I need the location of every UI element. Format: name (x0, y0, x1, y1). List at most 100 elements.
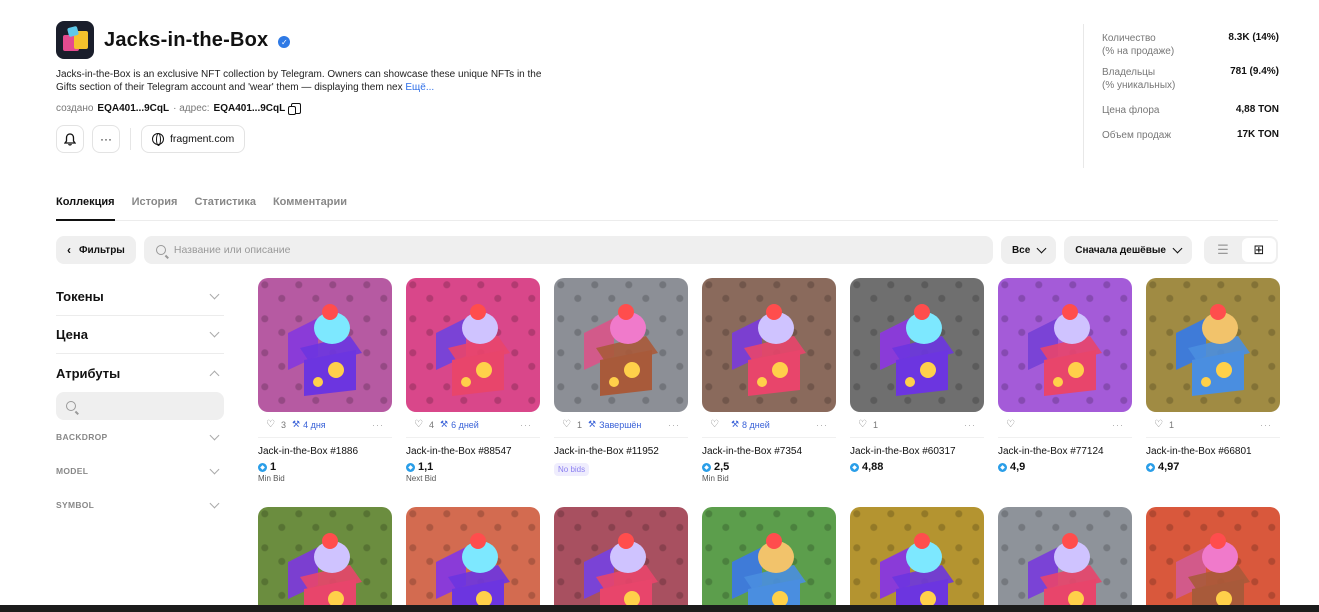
tab-statistics[interactable]: Статистика (194, 191, 256, 220)
nft-meta-row: ♡ 3 ⚒ 4 дня ··· (258, 412, 392, 438)
heart-icon[interactable]: ♡ (266, 419, 275, 430)
heart-icon[interactable]: ♡ (858, 419, 867, 430)
tab-comments[interactable]: Комментарии (273, 191, 347, 220)
nft-image[interactable] (406, 507, 540, 607)
sort-dropdown[interactable]: Сначала дешёвые (1064, 236, 1192, 264)
chevron-down-icon (209, 498, 220, 508)
collection-title: Jacks-in-the-Box (104, 28, 269, 51)
nft-image[interactable] (702, 507, 836, 607)
nft-card[interactable] (850, 507, 984, 607)
search-bar[interactable] (143, 236, 993, 264)
stat-supply: Количество (% на продаже) 8.3K (14%) (1102, 32, 1279, 57)
nft-image[interactable] (850, 278, 984, 412)
contract-address[interactable]: EQA401...9CqL (214, 103, 286, 114)
nft-card[interactable]: ♡ 1 ··· Jack-in-the-Box #60317 ◆ 4,88 (850, 278, 984, 483)
filter-section-price[interactable]: Цена (56, 316, 224, 354)
tab-history[interactable]: История (132, 191, 178, 220)
nft-card[interactable] (1146, 507, 1280, 607)
nft-card[interactable]: ♡ 3 ⚒ 4 дня ··· Jack-in-the-Box #1886 ◆ 1 Min Bi… (258, 278, 392, 483)
card-menu-icon[interactable]: ··· (964, 420, 976, 430)
card-menu-icon[interactable]: ··· (520, 420, 532, 430)
grid-icon: ⊞ (1253, 242, 1265, 257)
heart-icon[interactable]: ♡ (1154, 419, 1163, 430)
nft-card[interactable]: ♡ ··· Jack-in-the-Box #77124 ◆ 4,9 (998, 278, 1132, 483)
card-menu-icon[interactable]: ··· (372, 420, 384, 430)
filters-sidebar: Токены Цена Атрибуты BACKDROP MODEL SYMB… (56, 278, 224, 522)
like-count: 1 (872, 419, 878, 430)
nft-card[interactable]: ♡ 1 ··· Jack-in-the-Box #66801 ◆ 4,97 (1146, 278, 1280, 483)
nft-card[interactable]: ♡ 4 ⚒ 6 дней ··· Jack-in-the-Box #88547 ◆ 1,1 Ne… (406, 278, 540, 483)
search-icon (155, 245, 166, 255)
nft-card[interactable] (702, 507, 836, 607)
nft-card[interactable]: ♡ 1 ⚒ Завершён ··· Jack-in-the-Box #11952 No b… (554, 278, 688, 483)
like-count: 1 (576, 419, 582, 430)
heart-icon[interactable]: ♡ (562, 419, 571, 430)
chevron-down-icon (1172, 243, 1183, 253)
notifications-button[interactable] (56, 125, 84, 153)
nft-name[interactable]: Jack-in-the-Box #88547 (406, 446, 540, 457)
nft-meta-row: ♡ 1 ⚒ Завершён ··· (554, 412, 688, 438)
verified-icon: ✓ (278, 36, 291, 48)
heart-icon[interactable]: ♡ (1006, 419, 1015, 430)
more-options-button[interactable]: ··· (92, 125, 120, 153)
search-input[interactable] (173, 244, 981, 256)
nft-image[interactable] (702, 278, 836, 412)
nft-name[interactable]: Jack-in-the-Box #60317 (850, 446, 984, 457)
nft-card[interactable] (406, 507, 540, 607)
stat-owners: Владельцы (% уникальных) 781 (9.4%) (1102, 66, 1279, 91)
filter-section-tokens[interactable]: Токены (56, 278, 224, 316)
card-menu-icon[interactable]: ··· (816, 420, 828, 430)
stat-volume: Объем продаж 17K TON (1102, 129, 1279, 141)
card-menu-icon[interactable]: ··· (1112, 420, 1124, 430)
nft-image[interactable] (554, 507, 688, 607)
nft-card[interactable] (554, 507, 688, 607)
nft-image[interactable] (1146, 278, 1280, 412)
heart-icon[interactable]: ♡ (710, 419, 719, 430)
nft-name[interactable]: Jack-in-the-Box #66801 (1146, 446, 1280, 457)
copy-icon[interactable] (288, 103, 302, 115)
status-filter-dropdown[interactable]: Все (1000, 236, 1057, 264)
tab-collection[interactable]: Коллекция (56, 191, 115, 221)
read-more-link[interactable]: Ещё... (405, 82, 434, 93)
heart-icon[interactable]: ♡ (414, 419, 423, 430)
nft-image[interactable] (998, 278, 1132, 412)
filters-toggle-button[interactable]: ‹ Фильтры (56, 236, 136, 264)
nft-card[interactable] (258, 507, 392, 607)
nft-image[interactable] (998, 507, 1132, 607)
creator-address[interactable]: EQA401...9CqL (97, 103, 169, 114)
chevron-down-icon (209, 289, 220, 300)
attribute-search-input[interactable] (56, 392, 224, 420)
nft-name[interactable]: Jack-in-the-Box #7354 (702, 446, 836, 457)
stat-floor-price: Цена флора 4,88 TON (1102, 104, 1279, 116)
nft-price: ◆ 2,5 (702, 461, 836, 473)
like-count: 1 (1168, 419, 1174, 430)
website-link-button[interactable]: fragment.com (141, 125, 246, 153)
ton-icon: ◆ (406, 462, 415, 472)
nft-name[interactable]: Jack-in-the-Box #77124 (998, 446, 1132, 457)
nft-name[interactable]: Jack-in-the-Box #11952 (554, 446, 688, 457)
creator-info: создано EQA401...9CqL · адрес: EQA401...… (56, 103, 566, 115)
attribute-backdrop[interactable]: BACKDROP (56, 420, 224, 454)
attribute-model[interactable]: MODEL (56, 454, 224, 488)
nft-price: ◆ 1,1 (406, 461, 540, 473)
nft-image[interactable] (258, 507, 392, 607)
chevron-down-icon (209, 327, 220, 338)
nft-image[interactable] (850, 507, 984, 607)
nft-image[interactable] (554, 278, 688, 412)
attribute-symbol[interactable]: SYMBOL (56, 488, 224, 522)
card-menu-icon[interactable]: ··· (668, 420, 680, 430)
filter-section-attributes[interactable]: Атрибуты (56, 354, 224, 392)
card-menu-icon[interactable]: ··· (1260, 420, 1272, 430)
nft-card[interactable] (998, 507, 1132, 607)
auction-status: ⚒ Завершён (587, 419, 642, 430)
ellipsis-icon: ··· (100, 132, 112, 146)
search-icon (66, 401, 76, 411)
ton-icon: ◆ (1146, 462, 1155, 472)
grid-view-button[interactable]: ⊞ (1242, 238, 1276, 262)
nft-card[interactable]: ♡ ⚒ 8 дней ··· Jack-in-the-Box #7354 ◆ 2,5 Min … (702, 278, 836, 483)
nft-name[interactable]: Jack-in-the-Box #1886 (258, 446, 392, 457)
nft-image[interactable] (1146, 507, 1280, 607)
nft-image[interactable] (406, 278, 540, 412)
nft-image[interactable] (258, 278, 392, 412)
list-view-button[interactable]: ☰ (1206, 238, 1240, 262)
